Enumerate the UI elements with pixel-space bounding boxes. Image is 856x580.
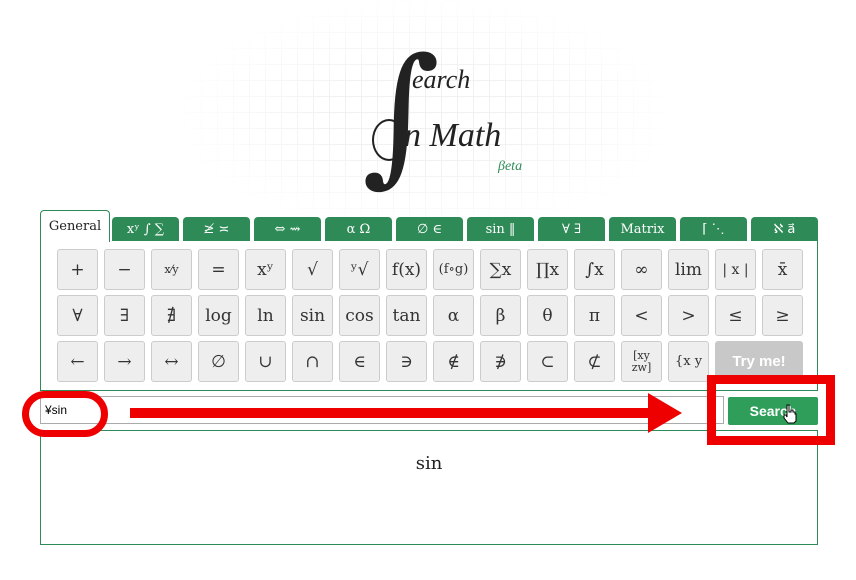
tab-general[interactable]: General xyxy=(40,210,110,242)
key-contains[interactable]: ∋ xyxy=(386,341,427,382)
beta-label: βeta xyxy=(498,159,523,174)
key-right-arrow[interactable]: → xyxy=(104,341,145,382)
integral-logo-glyph: ∫ xyxy=(362,27,441,201)
key-intersection[interactable]: ∩ xyxy=(292,341,333,382)
key-greater-than[interactable]: > xyxy=(668,295,709,336)
annotation-arrow-line xyxy=(130,408,660,418)
tab-relations[interactable]: ≱ ≍ xyxy=(183,217,250,241)
key-less-equal[interactable]: ≤ xyxy=(715,295,756,336)
key-minus[interactable]: − xyxy=(104,249,145,290)
contour-circle-icon xyxy=(372,119,406,161)
key-tan[interactable]: tan xyxy=(386,295,427,336)
key-fraction[interactable]: x⁄y xyxy=(151,249,192,290)
key-sum[interactable]: ∑x xyxy=(480,249,521,290)
key-beta[interactable]: β xyxy=(480,295,521,336)
key-exists[interactable]: ∃ xyxy=(104,295,145,336)
tab-powers-integrals[interactable]: xʸ ∫ ∑ xyxy=(112,217,179,241)
key-absolute[interactable]: | x | xyxy=(715,249,756,290)
logo-earch: earch xyxy=(412,65,471,94)
tab-brackets[interactable]: ⌈ ⋱ xyxy=(680,217,747,241)
key-cases[interactable]: {x y xyxy=(668,341,709,382)
key-union[interactable]: ∪ xyxy=(245,341,286,382)
key-nth-root[interactable]: ʸ√ xyxy=(339,249,380,290)
key-sin[interactable]: sin xyxy=(292,295,333,336)
annotation-oval xyxy=(22,391,108,437)
tab-greek[interactable]: α Ω xyxy=(325,217,392,241)
key-plus[interactable]: + xyxy=(57,249,98,290)
key-composition[interactable]: (f∘g) xyxy=(433,249,474,290)
key-mean[interactable]: x̄ xyxy=(762,249,803,290)
key-limit[interactable]: lim xyxy=(668,249,709,290)
key-theta[interactable]: θ xyxy=(527,295,568,336)
tab-sets[interactable]: ∅ ∈ xyxy=(396,217,463,241)
site-logo: ∫ earch n Math βeta xyxy=(360,39,560,215)
key-matrix[interactable]: [xy zw] xyxy=(621,341,662,382)
key-element-of[interactable]: ∈ xyxy=(339,341,380,382)
key-power[interactable]: xʸ xyxy=(245,249,286,290)
key-log[interactable]: log xyxy=(198,295,239,336)
key-less-than[interactable]: < xyxy=(621,295,662,336)
key-left-arrow[interactable]: ← xyxy=(57,341,98,382)
key-forall[interactable]: ∀ xyxy=(57,295,98,336)
key-empty-set[interactable]: ∅ xyxy=(198,341,239,382)
tab-matrix[interactable]: Matrix xyxy=(609,217,676,241)
key-equals[interactable]: = xyxy=(198,249,239,290)
key-left-right-arrow[interactable]: ↔ xyxy=(151,341,192,382)
hand-cursor-icon xyxy=(783,404,797,424)
tab-misc[interactable]: ℵ a⃗ xyxy=(751,217,818,241)
key-not-exists[interactable]: ∄ xyxy=(151,295,192,336)
preview-text: sin xyxy=(415,453,443,474)
key-integral[interactable]: ∫x xyxy=(574,249,615,290)
formula-preview: sin xyxy=(40,430,818,545)
annotation-arrow-head-icon xyxy=(648,393,682,433)
key-cos[interactable]: cos xyxy=(339,295,380,336)
key-sqrt[interactable]: √ xyxy=(292,249,333,290)
key-infinity[interactable]: ∞ xyxy=(621,249,662,290)
logo-n-math: n Math xyxy=(404,117,502,154)
keypad-tabs: General xʸ ∫ ∑ ≱ ≍ ⇔ ⇝ α Ω ∅ ∈ sin ‖ ∀ ∃… xyxy=(40,210,818,242)
key-pi[interactable]: π xyxy=(574,295,615,336)
key-function[interactable]: f(x) xyxy=(386,249,427,290)
tab-arrows[interactable]: ⇔ ⇝ xyxy=(254,217,321,241)
key-subset[interactable]: ⊂ xyxy=(527,341,568,382)
key-greater-equal[interactable]: ≥ xyxy=(762,295,803,336)
tab-logic[interactable]: ∀ ∃ xyxy=(538,217,605,241)
key-not-contains[interactable]: ∌ xyxy=(480,341,521,382)
key-ln[interactable]: ln xyxy=(245,295,286,336)
symbol-keypad: + − x⁄y = xʸ √ ʸ√ f(x) (f∘g) ∑x ∏x ∫x ∞ … xyxy=(40,241,818,391)
annotation-box xyxy=(707,375,835,445)
key-not-element-of[interactable]: ∉ xyxy=(433,341,474,382)
key-product[interactable]: ∏x xyxy=(527,249,568,290)
key-alpha[interactable]: α xyxy=(433,295,474,336)
tab-functions[interactable]: sin ‖ xyxy=(467,217,534,241)
key-not-subset[interactable]: ⊄ xyxy=(574,341,615,382)
